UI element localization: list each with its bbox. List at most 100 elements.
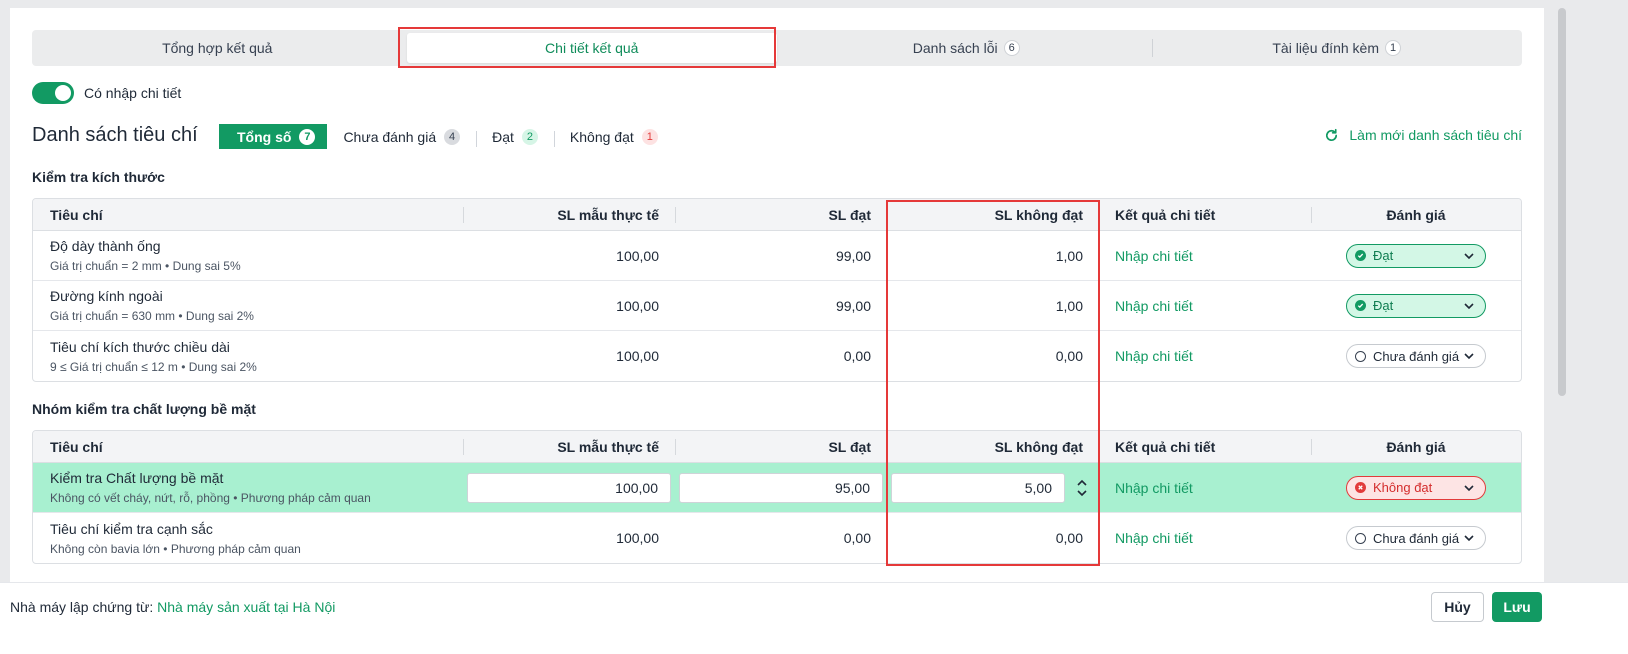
chevron-down-icon <box>1464 535 1474 542</box>
evaluation-select[interactable]: Đạt <box>1346 293 1486 318</box>
filter-fail-label: Không đạt <box>569 128 634 145</box>
enter-detail-link[interactable]: Nhập chi tiết <box>1099 331 1311 381</box>
col-criteria: Tiêu chí <box>50 438 103 455</box>
col-evaluation: Đánh giá <box>1311 199 1521 230</box>
table-row[interactable]: Tiêu chí kích thước chiều dài 9 ≤ Giá tr… <box>33 331 1521 381</box>
filter-pass[interactable]: Đạt 2 <box>476 128 554 147</box>
pass-qty: 0,00 <box>843 348 871 364</box>
tab-attachments-count: 1 <box>1384 40 1402 56</box>
tab-attachments[interactable]: Tài liệu đính kèm 1 <box>1151 30 1523 66</box>
evaluation-cell: Chưa đánh giá <box>1311 513 1521 563</box>
sample-qty: 100,00 <box>616 297 659 314</box>
criteria-name: Độ dày thành ống <box>50 238 161 254</box>
filter-fail[interactable]: Không đạt 1 <box>553 128 674 147</box>
cancel-button[interactable]: Hủy <box>1431 592 1484 622</box>
criteria-spec: Giá trị chuẩn = 2 mm • Dung sai 5% <box>50 259 241 273</box>
enter-detail-link[interactable]: Nhập chi tiết <box>1099 231 1311 280</box>
evaluation-cell: Không đạt <box>1311 463 1521 512</box>
evaluation-cell: Chưa đánh giá <box>1311 331 1521 381</box>
sample-qty: 100,00 <box>616 348 659 364</box>
criteria-cell: Tiêu chí kiểm tra cạnh sắc Không còn bav… <box>33 513 463 563</box>
filter-not-evaluated-label: Chưa đánh giá <box>343 128 437 145</box>
evaluation-value: Chưa đánh giá <box>1373 530 1460 546</box>
col-pass: SL đạt <box>675 431 887 462</box>
evaluation-cell: Đạt <box>1311 231 1521 280</box>
tab-summary[interactable]: Tổng hợp kết quả <box>32 30 403 66</box>
criteria-cell: Kiểm tra Chất lượng bề mặt Không có vết … <box>33 463 463 512</box>
criteria-cell: Tiêu chí kích thước chiều dài 9 ≤ Giá tr… <box>33 331 463 381</box>
save-button[interactable]: Lưu <box>1492 592 1542 622</box>
col-criteria: Tiêu chí <box>50 206 103 223</box>
highlight-box-column <box>886 200 1100 566</box>
pass-qty: 99,00 <box>835 247 871 264</box>
col-sample: SL mẫu thực tế <box>463 199 675 230</box>
scrollbar-thumb[interactable] <box>1558 8 1566 396</box>
table-row[interactable]: Tiêu chí kiểm tra cạnh sắc Không còn bav… <box>33 513 1521 563</box>
table-row[interactable]: Độ dày thành ống Giá trị chuẩn = 2 mm • … <box>33 231 1521 281</box>
factory-info: Nhà máy lập chứng từ: Nhà máy sản xuất t… <box>10 599 335 615</box>
group-title-dimensions: Kiểm tra kích thước <box>32 169 165 185</box>
tab-errors-count: 6 <box>1003 40 1020 56</box>
criteria-spec: Giá trị chuẩn = 630 mm • Dung sai 2% <box>50 309 254 323</box>
evaluation-cell: Đạt <box>1311 281 1521 330</box>
criteria-cell: Đường kính ngoài Giá trị chuẩn = 630 mm … <box>33 281 463 330</box>
detail-toggle-row: Có nhập chi tiết <box>32 82 181 104</box>
evaluation-value: Đạt <box>1373 248 1394 263</box>
refresh-criteria-button[interactable]: Làm mới danh sách tiêu chí <box>1324 127 1522 143</box>
evaluation-select[interactable]: Không đạt <box>1346 475 1486 500</box>
refresh-icon <box>1326 128 1338 141</box>
criteria-name: Đường kính ngoài <box>50 288 163 304</box>
evaluation-value: Không đạt <box>1373 480 1433 495</box>
criteria-spec: 9 ≤ Giá trị chuẩn ≤ 12 m • Dung sai 2% <box>50 359 257 374</box>
sample-qty: 100,00 <box>616 247 659 264</box>
enter-detail-link[interactable]: Nhập chi tiết <box>1099 513 1311 563</box>
col-evaluation: Đánh giá <box>1311 431 1521 462</box>
evaluation-value: Chưa đánh giá <box>1373 348 1460 364</box>
table-header: Tiêu chí SL mẫu thực tế SL đạt SL không … <box>33 431 1521 463</box>
pass-qty: 0,00 <box>843 530 871 546</box>
filter-not-evaluated[interactable]: Chưa đánh giá 4 <box>327 128 476 145</box>
filter-not-evaluated-count: 4 <box>444 128 461 145</box>
result-tabs: Tổng hợp kết quả Chi tiết kết quả Danh s… <box>32 30 1522 66</box>
col-detail: Kết quả chi tiết <box>1099 199 1311 230</box>
factory-value[interactable]: Nhà máy sản xuất tại Hà Nội <box>157 599 335 615</box>
criteria-name: Kiểm tra Chất lượng bề mặt <box>50 470 224 486</box>
filter-pass-label: Đạt <box>492 128 514 145</box>
col-sample: SL mẫu thực tế <box>463 431 675 462</box>
filter-pass-count: 2 <box>521 128 538 145</box>
col-detail: Kết quả chi tiết <box>1099 431 1311 462</box>
chevron-down-icon <box>1464 252 1474 259</box>
criteria-spec: Không còn bavia lớn • Phương pháp cảm qu… <box>50 541 301 556</box>
tab-errors[interactable]: Danh sách lỗi 6 <box>781 30 1152 66</box>
criteria-filters: Tổng số 7 Chưa đánh giá 4 Đạt 2 Không đạ… <box>219 124 674 149</box>
filter-total[interactable]: Tổng số 7 <box>219 124 328 149</box>
table-row-selected[interactable]: Kiểm tra Chất lượng bề mặt Không có vết … <box>33 463 1521 513</box>
table-dimensions: Tiêu chí SL mẫu thực tế SL đạt SL không … <box>32 198 1522 382</box>
sample-qty: 100,00 <box>616 530 659 546</box>
highlight-box-tab <box>398 27 776 68</box>
evaluation-select[interactable]: Chưa đánh giá <box>1346 344 1486 368</box>
refresh-criteria-label: Làm mới danh sách tiêu chí <box>1349 127 1522 143</box>
detail-toggle-label: Có nhập chi tiết <box>84 85 182 101</box>
pass-qty-input[interactable]: 95,00 <box>679 472 883 503</box>
sample-cell: 100,00 <box>463 463 675 512</box>
tab-summary-label: Tổng hợp kết quả <box>162 40 273 56</box>
evaluation-select[interactable]: Chưa đánh giá <box>1346 526 1486 550</box>
criteria-name: Tiêu chí kích thước chiều dài <box>50 338 230 355</box>
tab-errors-label: Danh sách lỗi <box>912 40 998 56</box>
evaluation-select[interactable]: Đạt <box>1346 243 1486 268</box>
table-row[interactable]: Đường kính ngoài Giá trị chuẩn = 630 mm … <box>33 281 1521 331</box>
filter-fail-count: 1 <box>641 128 658 145</box>
chevron-down-icon <box>1464 302 1474 309</box>
criteria-name: Tiêu chí kiểm tra cạnh sắc <box>50 520 213 537</box>
x-circle-icon <box>1355 482 1366 493</box>
enter-detail-link[interactable]: Nhập chi tiết <box>1099 281 1311 330</box>
enter-detail-link[interactable]: Nhập chi tiết <box>1099 463 1311 512</box>
sample-qty-input[interactable]: 100,00 <box>467 472 671 503</box>
empty-circle-icon <box>1355 350 1366 362</box>
pass-qty: 99,00 <box>835 297 871 314</box>
detail-input-toggle[interactable] <box>32 82 74 104</box>
table-surface: Tiêu chí SL mẫu thực tế SL đạt SL không … <box>32 430 1522 564</box>
filter-total-label: Tổng số <box>237 128 292 145</box>
evaluation-value: Đạt <box>1373 298 1394 313</box>
